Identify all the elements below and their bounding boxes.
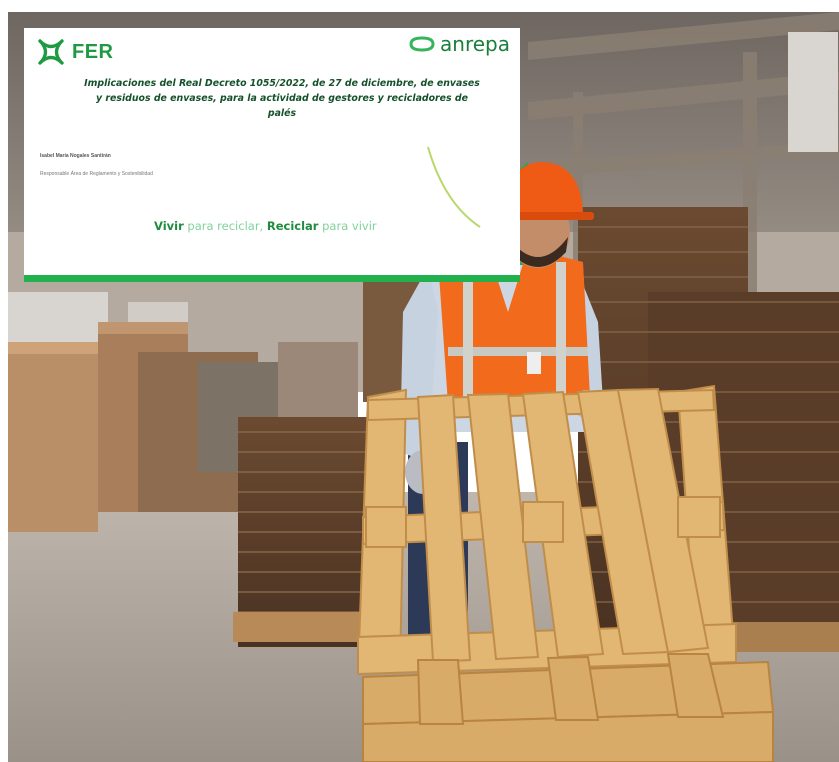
slide-bottom-bar	[24, 275, 520, 282]
slogan: Vivir para reciclar, Reciclar para vivir	[154, 219, 377, 233]
composite-image: FER anrepa Implicaciones del Real Decret…	[0, 0, 839, 762]
fer-logo-icon	[38, 39, 64, 65]
slogan-part-3: Reciclar	[266, 219, 319, 233]
anrepa-logo-icon	[409, 36, 435, 52]
anrepa-logo: anrepa	[408, 32, 510, 56]
slogan-part-4: para vivir	[318, 219, 377, 233]
anrepa-brand-text: anrepa	[440, 32, 510, 56]
slogan-part-2: para reciclar,	[183, 219, 267, 233]
slide-title: Implicaciones del Real Decreto 1055/2022…	[84, 78, 480, 119]
decorative-curve-icon	[427, 146, 481, 228]
presentation-slide: FER anrepa Implicaciones del Real Decret…	[24, 28, 520, 282]
author-name: Isabel María Nogales Santirán	[40, 153, 111, 159]
fer-logo: FER	[34, 34, 114, 70]
author-role: Responsable Área de Reglamento y Sosteni…	[40, 171, 153, 177]
fer-brand-text: FER	[72, 40, 114, 63]
slogan-part-1: Vivir	[154, 219, 184, 233]
